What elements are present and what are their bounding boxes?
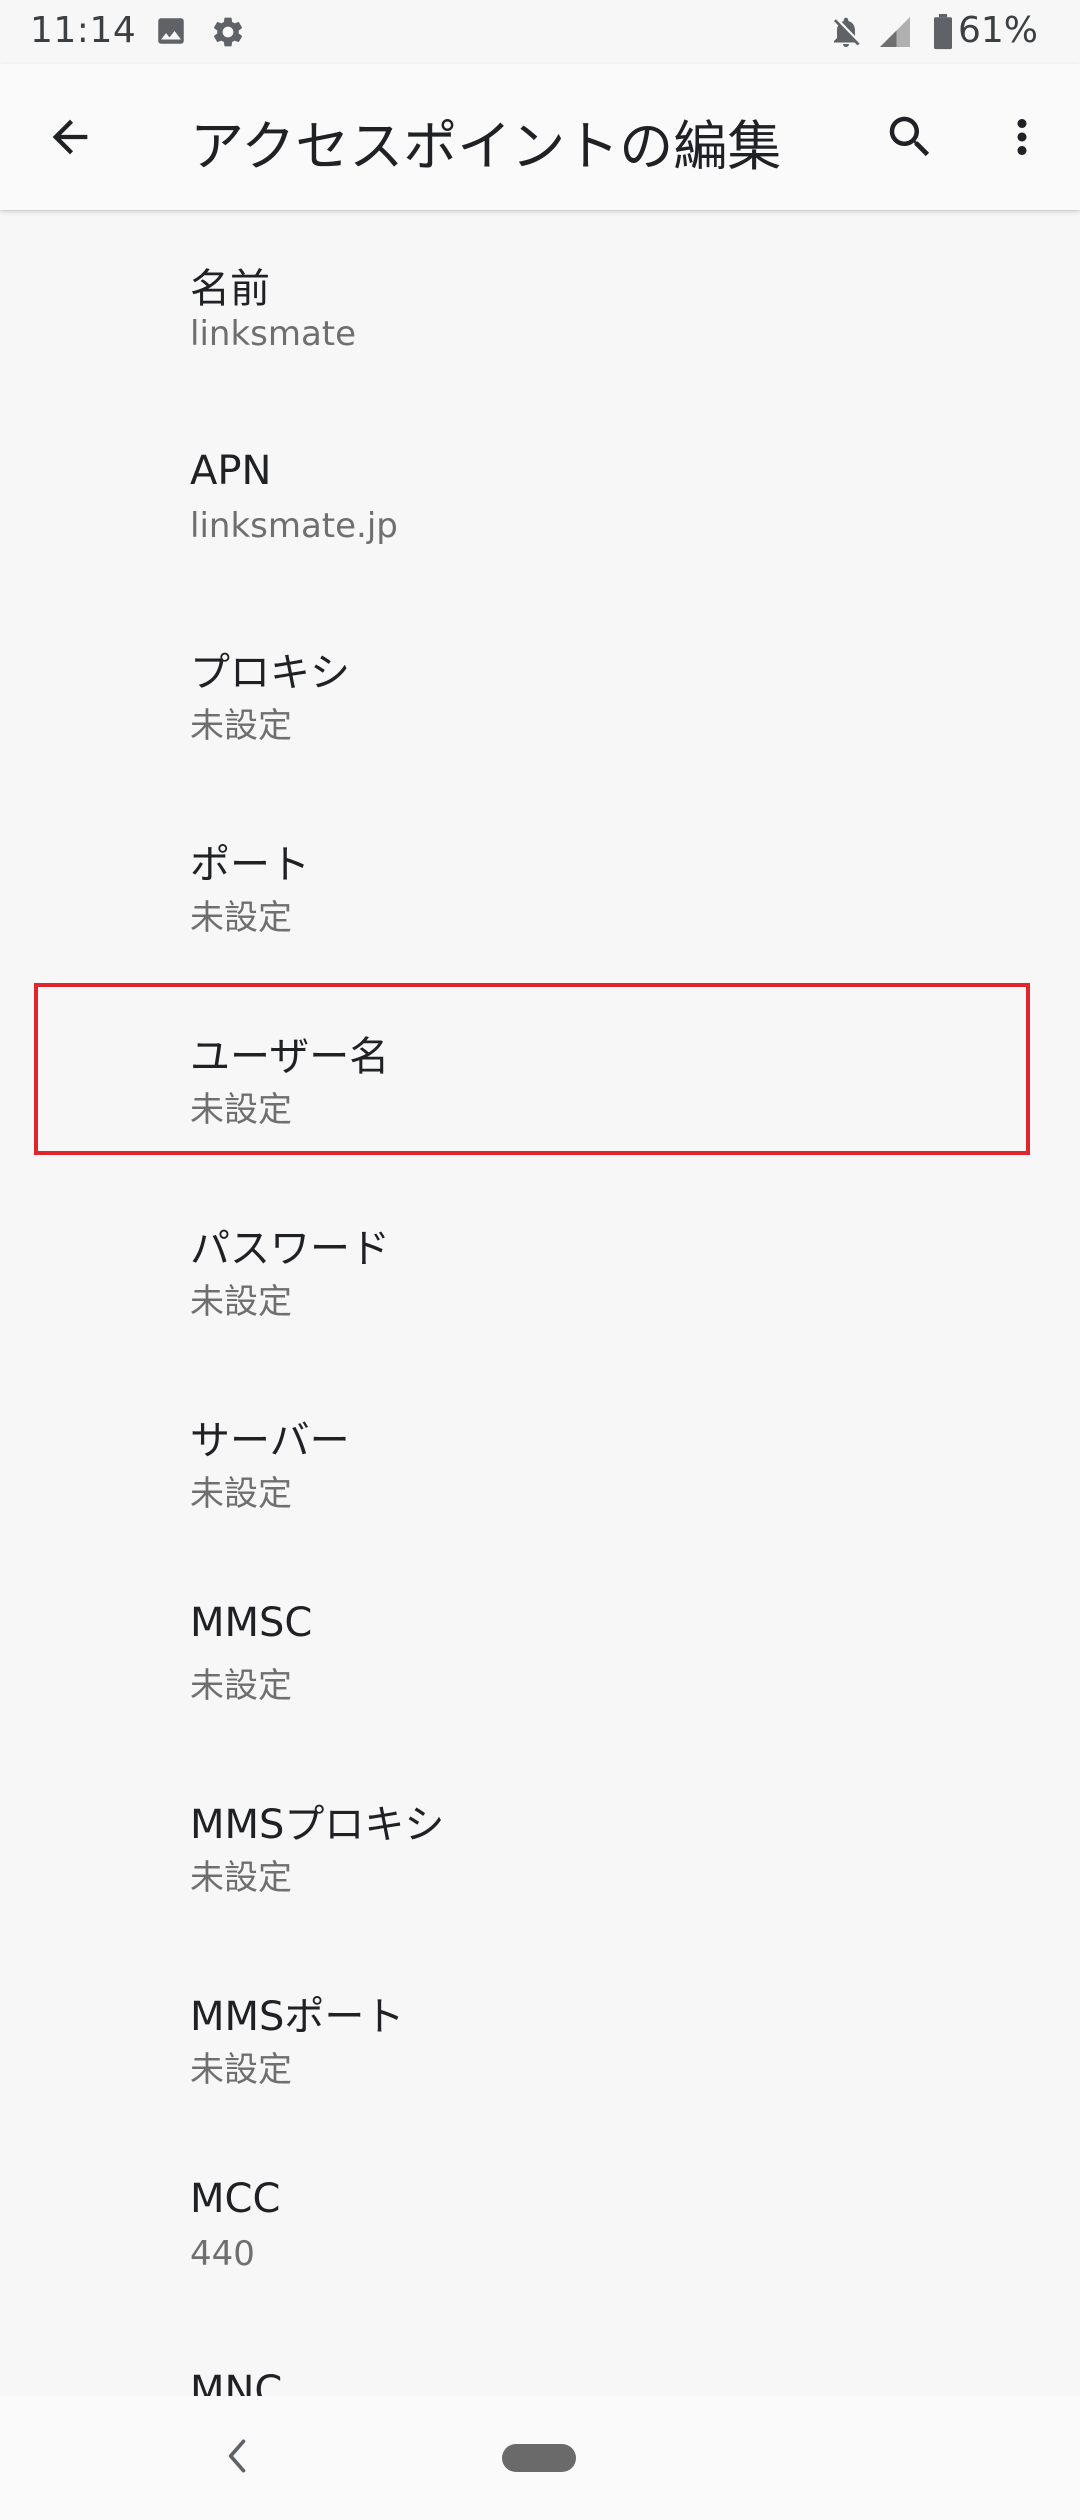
setting-summary: linksmate [190,314,357,354]
setting-summary: 未設定 [190,1474,292,1514]
setting-summary: 未設定 [190,1666,292,1706]
navigation-bar [0,2396,1080,2520]
battery-icon [932,14,954,54]
setting-mms-port[interactable]: MMSポート 未設定 [0,1938,1080,2130]
search-icon [889,116,930,157]
setting-summary: 未設定 [190,1282,292,1322]
setting-title: サーバー [190,1418,350,1464]
battery-percent: 61% [957,10,1038,51]
home-pill-icon[interactable] [502,2444,576,2472]
setting-password[interactable]: パスワード 未設定 [0,1170,1080,1362]
setting-summary: 未設定 [190,898,292,938]
setting-summary: 未設定 [190,706,292,746]
setting-apn[interactable]: APN linksmate.jp [0,402,1080,594]
setting-summary: 440 [190,2234,255,2274]
back-arrow-icon [52,119,88,155]
setting-mcc[interactable]: MCC 440 [0,2130,1080,2322]
setting-title: MMSポート [190,1994,405,2040]
setting-title: 名前 [190,266,270,312]
app-bar: アクセスポイントの編集 [0,64,1080,210]
setting-title: パスワード [190,1226,390,1272]
back-button[interactable] [34,101,106,173]
highlight-box-username [34,983,1030,1155]
setting-title: MMSプロキシ [190,1802,445,1848]
page-title: アクセスポイントの編集 [190,115,782,178]
setting-summary: 未設定 [190,1858,292,1898]
setting-server[interactable]: サーバー 未設定 [0,1362,1080,1554]
search-button[interactable] [874,101,946,173]
setting-title: MNC [190,2368,283,2396]
setting-summary: linksmate.jp [190,506,398,546]
bell-off-icon [828,14,864,54]
setting-name[interactable]: 名前 linksmate [0,210,1080,402]
more-vert-icon [1017,119,1027,155]
more-options-button[interactable] [986,101,1058,173]
setting-summary: 未設定 [190,2050,292,2090]
setting-title: ポート [190,842,310,888]
setting-title: APN [190,448,272,494]
status-bar: 11:14 61% [0,0,1080,64]
setting-title: MMSC [190,1600,313,1646]
apn-settings-list: 名前 linksmate APN linksmate.jp プロキシ 未設定 ポ… [0,210,1080,2396]
setting-mmsc[interactable]: MMSC 未設定 [0,1554,1080,1746]
signal-icon [876,14,914,54]
nav-back-icon [228,2439,246,2473]
nav-back-button[interactable] [208,2426,268,2486]
status-time: 11:14 [30,10,137,51]
setting-port[interactable]: ポート 未設定 [0,786,1080,978]
gear-icon [210,14,246,54]
setting-proxy[interactable]: プロキシ 未設定 [0,594,1080,786]
setting-mnc[interactable]: MNC [0,2322,1080,2396]
setting-mms-proxy[interactable]: MMSプロキシ 未設定 [0,1746,1080,1938]
setting-title: プロキシ [190,650,350,696]
setting-title: MCC [190,2176,281,2222]
image-icon [154,14,188,52]
